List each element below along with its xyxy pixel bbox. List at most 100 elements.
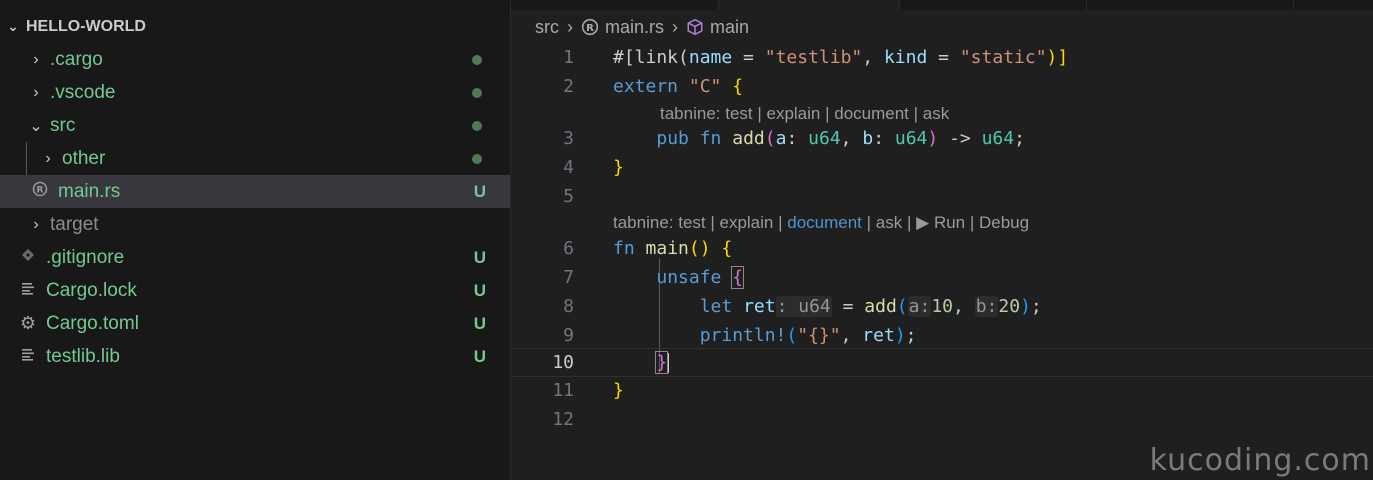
text-cursor [667,353,670,373]
type-inlay-hint: : u64 [775,296,832,317]
code-line-current[interactable]: 10 } [511,348,1373,377]
codelens-document[interactable]: document [787,213,862,233]
tree-item-testlib-lib[interactable]: testlib.lib U [0,340,510,373]
tree-item-gitignore[interactable]: .gitignore U [0,241,510,274]
codelens-ask[interactable]: ask [923,104,949,124]
cube-symbol-icon [686,18,704,36]
chevron-right-icon: › [672,16,679,37]
line-number: 4 [563,157,574,178]
tree-item-label: Cargo.lock [46,279,137,301]
codelens-explain[interactable]: explain [720,213,774,233]
line-content: extern "C" { [613,76,744,97]
param-inlay-hint: b: [974,296,999,317]
tree-item-cargo-toml[interactable]: ⚙ Cargo.toml U [0,307,510,340]
code-line[interactable]: 11 } [511,376,1373,405]
chevron-down-icon: ⌄ [29,117,43,135]
untracked-status-badge: U [473,313,486,333]
explorer-sidebar: ⌄ HELLO-WORLD › .cargo › .vscode ⌄ src ›… [0,0,511,480]
breadcrumb-symbol[interactable]: main [710,17,749,38]
code-line[interactable]: 3 pub fn add(a: u64, b: u64) -> u64; [511,124,1373,153]
git-file-icon [18,248,38,267]
line-number: 9 [563,325,574,346]
editor-tab[interactable] [1293,0,1373,10]
code-line[interactable]: 5 [511,182,1373,211]
line-content: } [613,157,624,178]
codelens-explain[interactable]: explain [767,104,821,124]
breadcrumb-file[interactable]: main.rs [605,17,664,38]
tree-item-main-rs[interactable]: R main.rs U [0,175,510,208]
editor-tab[interactable] [1086,0,1293,10]
code-line[interactable]: 1 #[link(name = "testlib", kind = "stati… [511,43,1373,72]
codelens-ask[interactable]: ask [876,213,902,233]
line-number: 2 [563,76,574,97]
line-number: 12 [552,409,574,430]
tree-item-cargo-lock[interactable]: Cargo.lock U [0,274,510,307]
line-content: fn main() { [613,238,733,259]
editor-tab-active[interactable] [718,0,899,10]
codelens-debug[interactable]: Debug [979,213,1029,233]
code-editor[interactable]: src › R main.rs › main 1 #[link(name = "… [511,0,1373,480]
modified-dot-indicator [472,120,482,131]
codelens-test[interactable]: tabnine: test [660,104,753,124]
modified-dot-indicator [472,153,482,164]
tree-item-label: target [50,213,99,235]
line-content: println!("{}", ret); [699,325,917,346]
text-file-icon [18,347,38,366]
line-content: } [613,380,624,401]
explorer-section-header[interactable]: ⌄ HELLO-WORLD [0,10,510,43]
tree-item-label: testlib.lib [46,345,120,367]
tree-item-other-folder[interactable]: › other [0,142,510,175]
tree-item-label: main.rs [58,180,121,202]
workspace-title: HELLO-WORLD [26,17,146,35]
chevron-right-icon: › [33,215,39,233]
chevron-right-icon: › [33,83,39,101]
code-line[interactable]: 7 unsafe { [511,263,1373,292]
line-number: 6 [563,238,574,259]
code-line[interactable]: 2 extern "C" { [511,72,1373,101]
tree-item-label: src [50,114,76,136]
line-content: } [655,351,670,374]
chevron-right-icon: › [33,50,39,68]
line-content: #[link(name = "testlib", kind = "static"… [613,47,1069,68]
tree-item-target-folder[interactable]: › target [0,208,510,241]
tree-item-label: Cargo.toml [46,312,139,334]
tree-item-label: other [62,147,106,169]
text-file-icon [18,281,38,300]
chevron-right-icon: › [45,149,51,167]
editor-tab[interactable] [899,0,1086,10]
tree-item-label: .cargo [50,48,103,70]
line-content: unsafe { [656,266,745,289]
line-number: 3 [563,128,574,149]
line-number: 8 [563,296,574,317]
svg-text:R: R [37,186,44,196]
tree-item-vscode-folder[interactable]: › .vscode [0,76,510,109]
untracked-status-badge: U [473,280,486,300]
tabnine-codelens: tabnine: test | explain | document | ask… [613,213,1030,233]
tree-item-label: .gitignore [46,246,125,268]
codelens-document[interactable]: document [834,104,909,124]
watermark: kucoding.com [1149,443,1371,478]
line-number: 11 [552,380,574,401]
svg-text:R: R [586,23,594,34]
tree-item-src-folder[interactable]: ⌄ src [0,109,510,142]
untracked-status-badge: U [473,181,486,201]
code-line[interactable]: 9 println!("{}", ret); [511,321,1373,350]
codelens-test[interactable]: tabnine: test [613,213,706,233]
chevron-right-icon: › [567,16,573,37]
codelens-run[interactable]: ▶ Run [916,213,965,233]
param-inlay-hint: a: [907,296,932,317]
code-line[interactable]: 12 [511,405,1373,434]
code-line[interactable]: 6 fn main() { [511,234,1373,263]
breadcrumb-folder[interactable]: src [535,17,559,38]
rust-file-icon: R [30,181,50,202]
untracked-status-badge: U [473,247,486,267]
untracked-status-badge: U [473,346,486,366]
code-line[interactable]: 8 let ret: u64 = add(a:10, b:20); [511,292,1373,321]
tab-strip [511,0,1373,10]
tree-item-label: .vscode [50,81,116,103]
line-number: 5 [563,186,574,207]
code-line[interactable]: 4 } [511,153,1373,182]
tree-item-cargo-folder[interactable]: › .cargo [0,43,510,76]
chevron-down-icon: ⌄ [7,18,19,34]
line-number: 7 [563,267,574,288]
